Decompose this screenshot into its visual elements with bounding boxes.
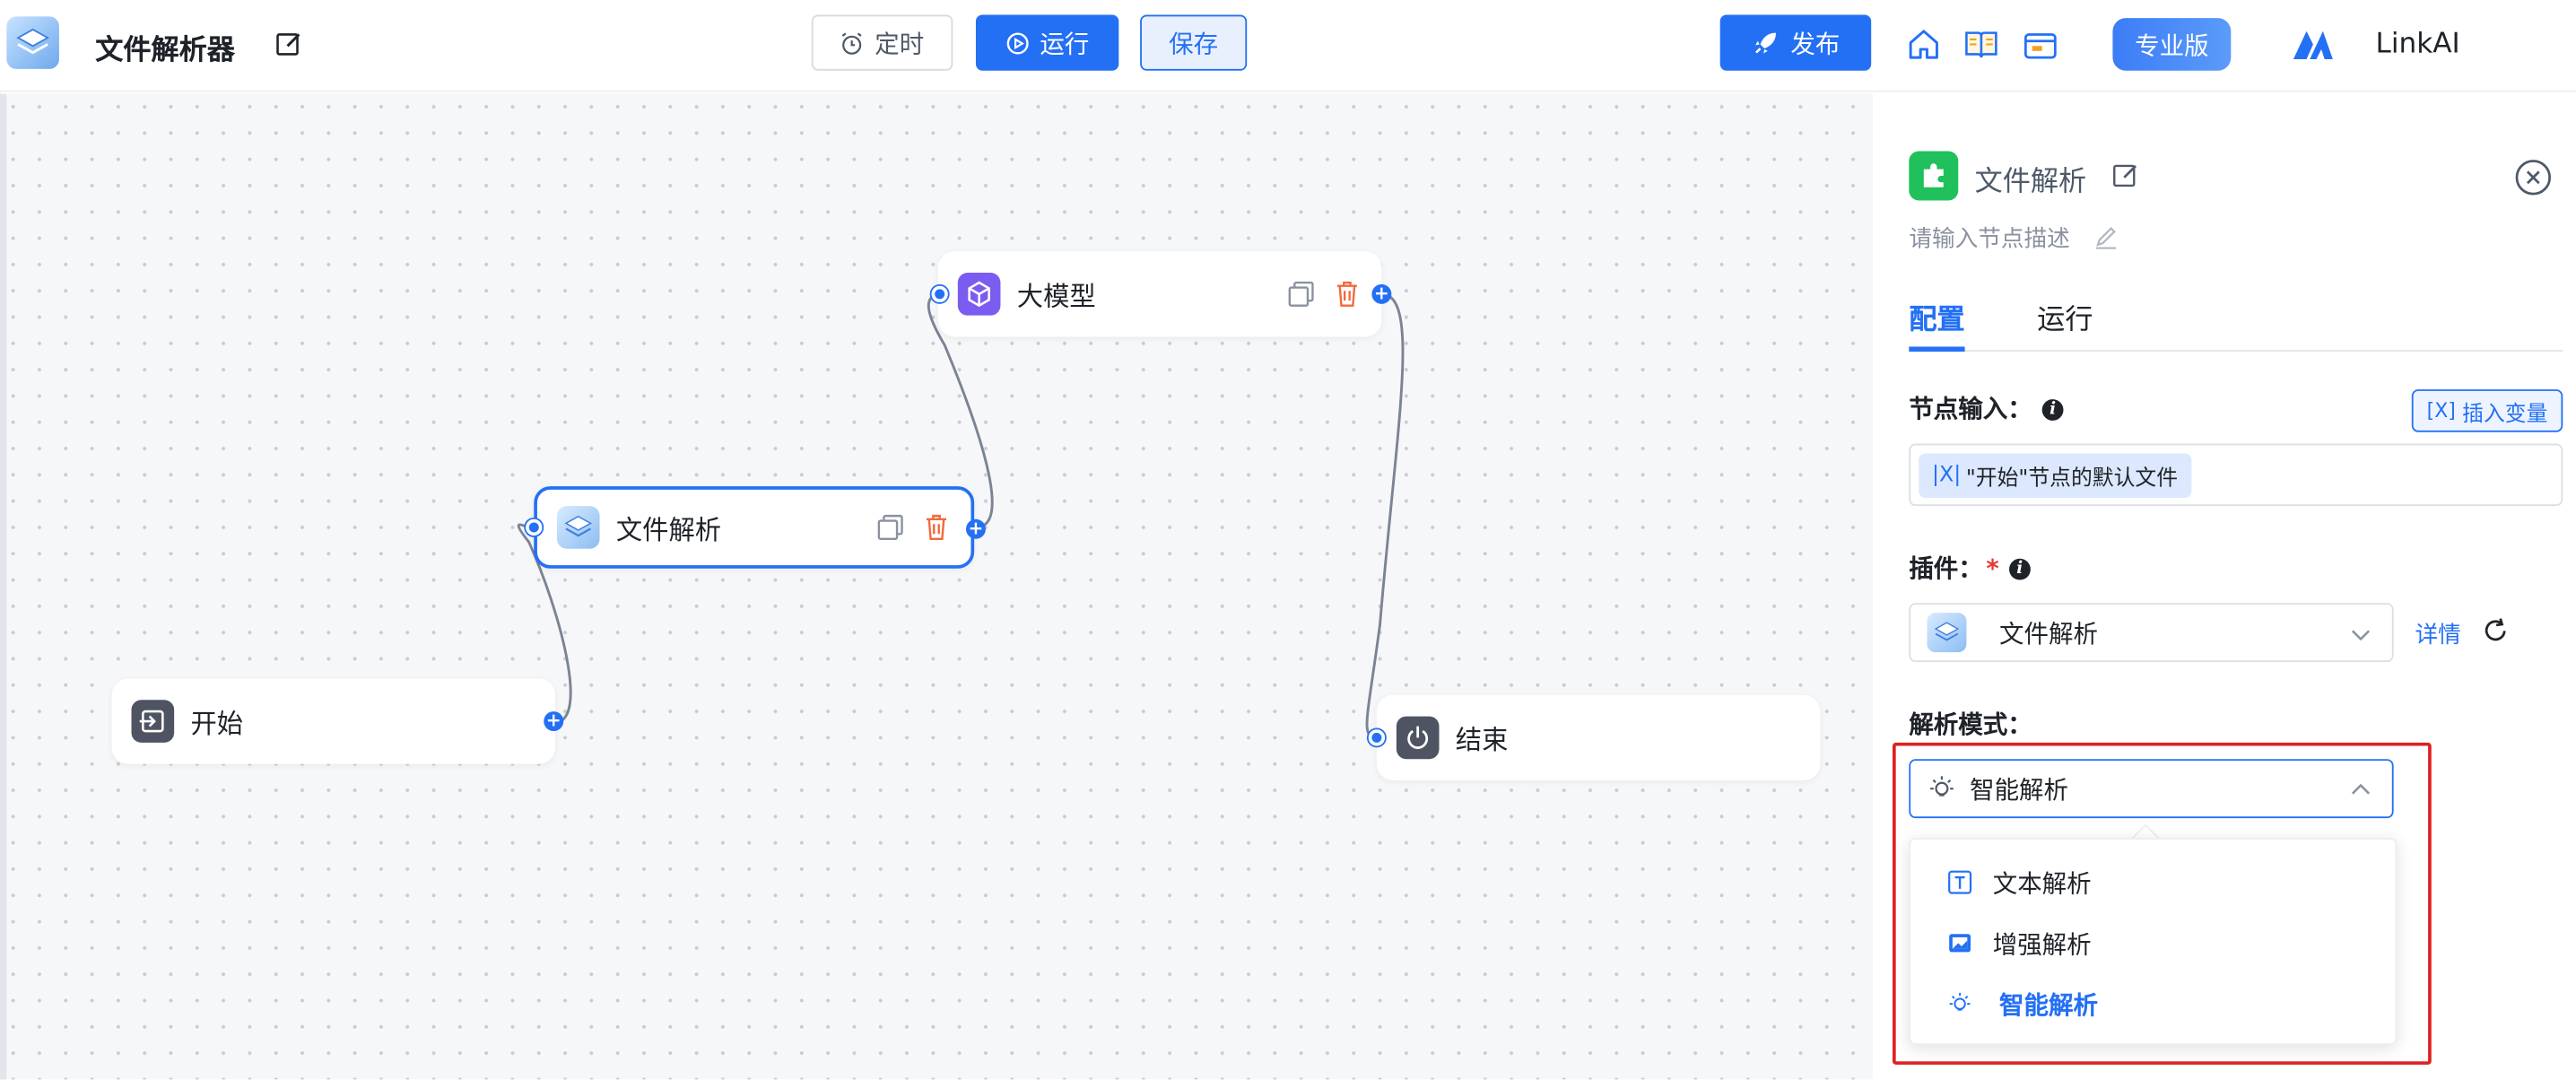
timer-button[interactable]: 定时 [811,14,953,71]
layers-icon [1927,613,1967,653]
info-icon[interactable]: i [2041,399,2064,421]
lightbulb-icon [1949,992,1971,1011]
chevron-down-icon [2351,630,2371,641]
node-input-label-text: 节点输入： [1909,394,2032,424]
run-label: 运行 [1040,29,1090,59]
variable-tag[interactable]: |X| "开始"节点的默认文件 [1919,453,2191,498]
input-port[interactable] [526,518,543,536]
tab-config[interactable]: 配置 [1909,296,1964,337]
option-smart-parse[interactable]: 智能解析 [1910,974,2398,1033]
rocket-icon [1755,32,1776,54]
variable-tag-label: "开始"节点的默认文件 [1965,466,2179,492]
edit-icon[interactable] [2111,161,2141,190]
edit-icon[interactable] [274,30,304,59]
image-icon [1949,934,1971,953]
canvas-left-edge [0,93,7,1080]
trash-icon[interactable] [922,512,952,542]
home-icon[interactable] [1906,26,1942,62]
node-actions [1286,279,1362,309]
node-llm[interactable]: 大模型 + [931,251,1392,337]
publish-button[interactable]: 发布 [1719,14,1872,71]
publish-label: 发布 [1790,29,1841,59]
linkai-logo-icon [2293,30,2333,59]
add-node-port[interactable]: + [965,518,986,539]
option-enhanced-parse[interactable]: 增强解析 [1910,913,2398,972]
pro-version-button[interactable]: 专业版 [2112,18,2232,71]
node-description-input[interactable]: 请输入节点描述 [1909,222,2069,255]
lightbulb-icon [1930,776,1954,797]
parse-mode-label: 解析模式： [1909,710,2032,740]
tab-run[interactable]: 运行 [2037,296,2093,337]
refresh-icon[interactable] [2481,616,2511,646]
node-llm-label: 大模型 [1016,281,1096,313]
parse-mode-dropdown: 文本解析 增强解析 智能解析 [1909,838,2398,1045]
add-node-port[interactable]: + [1371,283,1392,304]
variable-icon: |X| [1931,463,1962,488]
power-icon [1396,716,1440,760]
enter-icon [131,700,175,743]
node-end-label: 结束 [1455,724,1509,756]
play-circle-icon [1006,31,1029,54]
pencil-icon[interactable] [2093,223,2119,249]
option-text-parse[interactable]: 文本解析 [1910,853,2398,912]
panel-tabs: 配置 运行 [1909,276,2563,352]
book-icon[interactable] [1963,26,1999,62]
layers-icon [556,506,600,549]
app-logo [6,16,59,69]
plugin-select[interactable]: 文件解析 [1909,603,2394,663]
plugin-label-text: 插件： [1909,553,1983,584]
chevron-up-icon [2351,783,2371,795]
variable-icon: [X] [2426,399,2456,422]
node-file-parse[interactable]: 文件解析 + [526,486,986,569]
trash-icon[interactable] [1332,279,1362,309]
copy-icon[interactable] [1286,279,1316,309]
option-smart-parse-label: 智能解析 [1999,989,2098,1020]
node-config-panel: 文件解析 请输入节点描述 配置 运行 节点输入： i [X] 插入变量 |X| … [1873,115,2576,1080]
text-icon [1948,870,1972,894]
input-port[interactable] [931,285,948,303]
copy-icon[interactable] [875,512,905,542]
app-title: 文件解析器 [95,34,235,68]
layers-icon [16,28,50,55]
timer-label: 定时 [875,29,925,59]
parse-mode-select[interactable]: 智能解析 [1909,759,2394,819]
node-file-parse-label: 文件解析 [615,514,722,546]
required-mark: * [1986,553,1999,584]
top-toolbar: 文件解析器 定时 运行 保存 发布 专业版 LinkAI [0,0,2576,92]
parse-mode-value: 智能解析 [1970,774,2069,805]
info-icon[interactable]: i [2008,558,2031,580]
option-text-parse-label: 文本解析 [1992,868,2092,898]
node-end[interactable]: 结束 [1368,694,1821,781]
workflow-canvas[interactable] [0,93,1874,1080]
option-enhanced-parse-label: 增强解析 [1992,928,2092,959]
panel-title: 文件解析 [1974,165,2087,199]
node-actions [875,512,951,542]
plugin-detail-link[interactable]: 详情 [2415,618,2460,651]
puzzle-icon [1909,151,1959,201]
node-input-field[interactable]: |X| "开始"节点的默认文件 [1909,443,2563,507]
run-button[interactable]: 运行 [975,14,1119,71]
alarm-clock-icon [842,31,863,54]
plugin-label: 插件： * i [1909,551,2031,585]
active-tab-indicator [1909,346,1965,352]
cube-icon [957,273,1001,316]
node-start-label: 开始 [190,708,244,740]
save-label: 保存 [1169,29,1219,59]
folder-icon[interactable] [2023,26,2058,62]
close-icon[interactable] [2513,158,2553,197]
save-button[interactable]: 保存 [1140,14,1248,71]
insert-variable-label: 插入变量 [2462,401,2548,427]
insert-variable-button[interactable]: [X] 插入变量 [2411,389,2563,432]
brand-name: LinkAI [2375,28,2460,61]
node-start[interactable]: 开始 + [111,678,564,764]
plugin-select-value: 文件解析 [1999,618,2098,649]
input-port[interactable] [1368,729,1386,746]
node-input-label: 节点输入： i [1909,391,2064,425]
add-node-port[interactable]: + [544,710,564,732]
